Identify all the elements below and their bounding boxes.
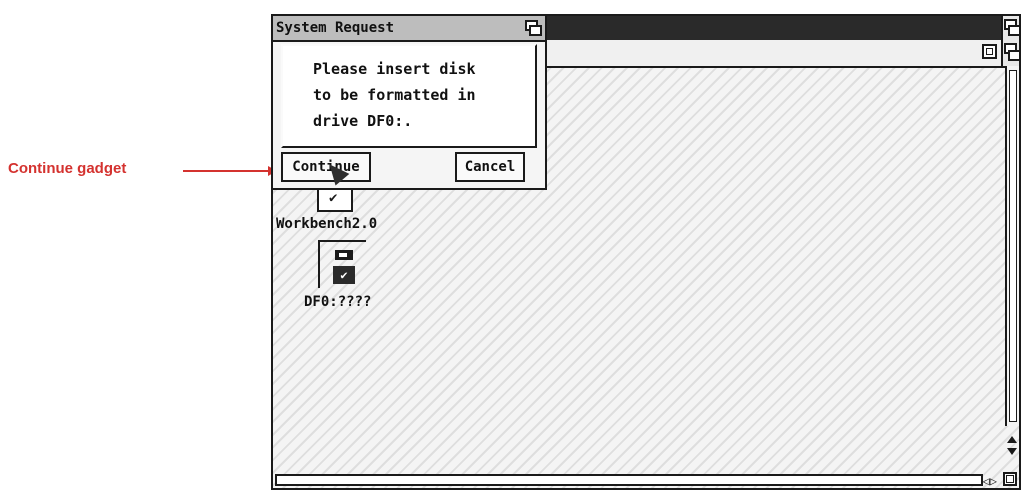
request-message-panel: Please insert disk to be formatted in dr…	[281, 44, 537, 148]
horizontal-scrollbar[interactable]	[275, 474, 983, 486]
request-title: System Request	[276, 20, 395, 36]
vertical-scroll-knob[interactable]	[1009, 70, 1017, 422]
workbench-disk-icon[interactable]: ✔	[317, 188, 353, 212]
message-line-3: drive DF0:.	[313, 112, 413, 130]
disk-label-icon: ✔	[333, 266, 355, 284]
window-depth-gadget[interactable]	[1001, 40, 1021, 66]
depth-front-icon	[1008, 25, 1021, 36]
workbench-icon-label: Workbench2.0	[276, 216, 378, 232]
depth-front-icon	[529, 25, 542, 36]
depth-front-icon	[1008, 50, 1021, 61]
scroll-down-arrow-icon[interactable]	[1007, 448, 1017, 455]
request-depth-gadget[interactable]	[525, 20, 542, 36]
message-line-2: to be formatted in	[313, 86, 476, 104]
message-line-1: Please insert disk	[313, 60, 476, 78]
cancel-button[interactable]: Cancel	[455, 152, 525, 182]
checkmark-icon: ✔	[329, 190, 338, 206]
scroll-up-arrow-icon[interactable]	[1007, 436, 1017, 443]
system-request-window: System Request Please insert disk to be …	[271, 14, 547, 190]
zoom-gadget[interactable]	[982, 44, 997, 59]
horizontal-scroll-arrows-icon[interactable]: ◁▷	[983, 474, 997, 488]
sizing-gadget[interactable]	[1003, 472, 1017, 486]
df0-icon-label: DF0:????	[304, 294, 372, 310]
continue-gadget-callout: Continue gadget	[8, 160, 127, 177]
screen-depth-gadget[interactable]	[1001, 16, 1021, 40]
callout-line	[183, 170, 271, 172]
request-title-bar[interactable]: System Request	[273, 16, 545, 42]
disk-shutter-icon	[335, 250, 353, 260]
df0-disk-icon[interactable]: ✔	[318, 240, 366, 288]
vertical-scrollbar[interactable]	[1005, 66, 1019, 426]
